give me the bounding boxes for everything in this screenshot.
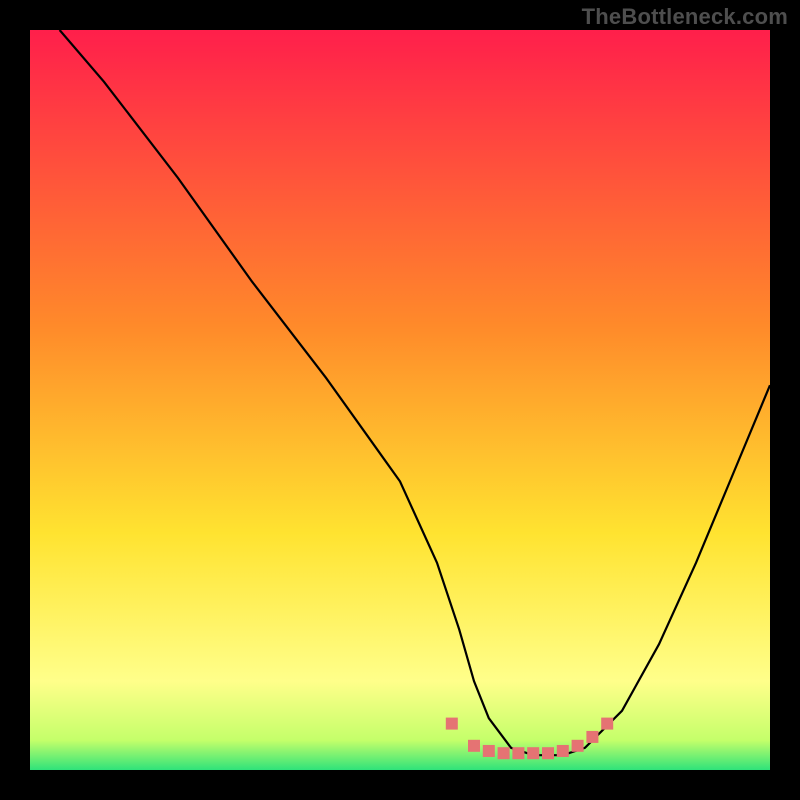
watermark-text: TheBottleneck.com: [582, 4, 788, 30]
chart-frame: TheBottleneck.com: [0, 0, 800, 800]
gradient-background: [30, 30, 770, 770]
chart-plot-area: [30, 30, 770, 770]
